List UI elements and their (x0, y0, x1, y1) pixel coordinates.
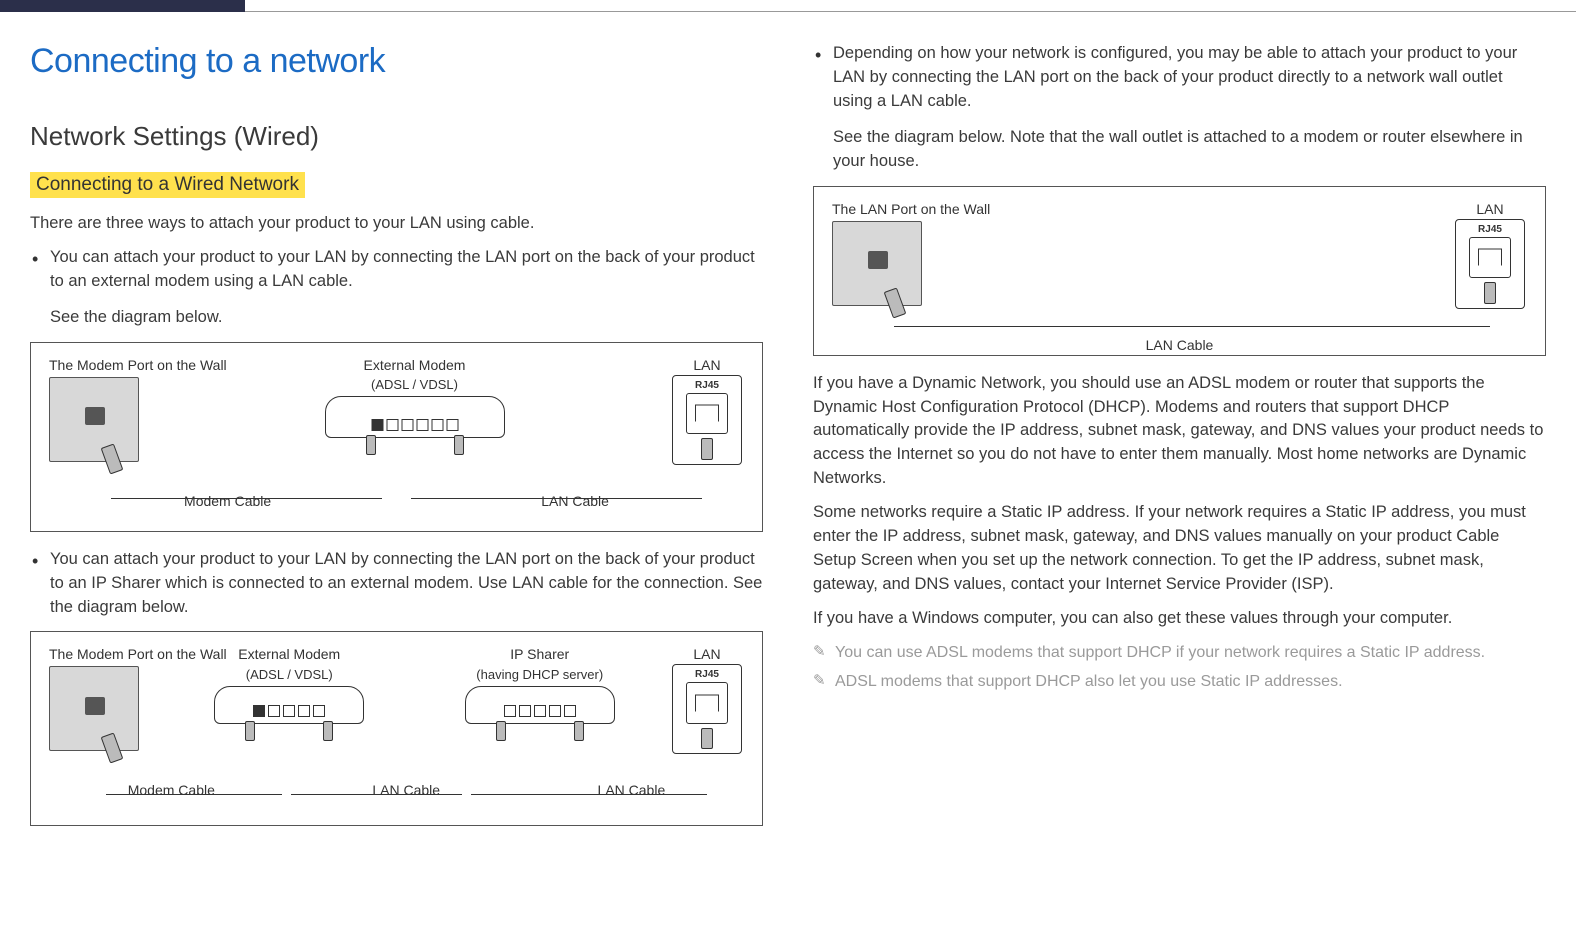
wall-plate-icon (49, 377, 139, 462)
d2-sharer-sub: (having DHCP server) (420, 667, 661, 682)
lan-port-icon: RJ45 (1455, 219, 1525, 309)
bullet-3-text: Depending on how your network is configu… (833, 44, 1517, 110)
modem-icon (214, 686, 364, 724)
note-1: You can use ADSL modems that support DHC… (813, 641, 1546, 664)
right-column: Depending on how your network is configu… (813, 42, 1546, 842)
modem-icon (325, 396, 505, 438)
page-title: Connecting to a network (30, 42, 763, 81)
d2-lan-title: LAN (670, 646, 744, 662)
d2-cable-3: LAN Cable (598, 782, 666, 798)
bullet-3-sub: See the diagram below. Note that the wal… (813, 126, 1546, 174)
d2-wall-label: The Modem Port on the Wall (49, 646, 159, 662)
d2-cable-1: Modem Cable (128, 782, 215, 798)
d1-rj45-label: RJ45 (695, 380, 719, 391)
d1-cable-left: Modem Cable (184, 493, 271, 509)
bullet-1-text: You can attach your product to your LAN … (50, 248, 755, 290)
d2-modem-sub: (ADSL / VDSL) (169, 667, 410, 682)
left-column: Connecting to a network Network Settings… (30, 42, 763, 842)
d2-cable-2: LAN Cable (372, 782, 440, 798)
bullet-2-text: You can attach your product to your LAN … (50, 550, 762, 616)
section-heading: Network Settings (Wired) (30, 121, 763, 152)
d2-rj45-label: RJ45 (695, 669, 719, 680)
d2-sharer-label: IP Sharer (420, 646, 661, 663)
d1-modem-sub: (ADSL / VDSL) (169, 377, 660, 392)
d1-modem-label: External Modem (169, 357, 660, 374)
d2-modem-label: External Modem (169, 646, 410, 663)
para-windows: If you have a Windows computer, you can … (813, 607, 1546, 631)
d1-cable-right: LAN Cable (541, 493, 609, 509)
d3-rj45-label: RJ45 (1478, 224, 1502, 235)
intro-text: There are three ways to attach your prod… (30, 212, 763, 236)
bullet-1: You can attach your product to your LAN … (30, 246, 763, 294)
bullet-2: You can attach your product to your LAN … (30, 548, 763, 620)
para-dynamic: If you have a Dynamic Network, you shoul… (813, 372, 1546, 492)
diagram-2: The Modem Port on the Wall External Mode… (30, 631, 763, 826)
bullet-1-sub: See the diagram below. (30, 306, 763, 330)
note-2: ADSL modems that support DHCP also let y… (813, 670, 1546, 693)
diagram-3: The LAN Port on the Wall LAN RJ45 LAN Ca… (813, 186, 1546, 356)
d3-lan-title: LAN (1453, 201, 1527, 217)
d1-lan-title: LAN (670, 357, 744, 373)
top-border-bar (0, 0, 1576, 12)
d3-wall-label: The LAN Port on the Wall (832, 201, 942, 217)
subsection-heading: Connecting to a Wired Network (30, 172, 305, 198)
wall-plate-icon (49, 666, 139, 751)
para-static: Some networks require a Static IP addres… (813, 501, 1546, 597)
ip-sharer-icon (465, 686, 615, 724)
diagram-1: The Modem Port on the Wall External Mode… (30, 342, 763, 532)
lan-port-icon: RJ45 (672, 375, 742, 465)
bullet-3: Depending on how your network is configu… (813, 42, 1546, 114)
wall-plate-icon (832, 221, 922, 306)
d1-wall-label: The Modem Port on the Wall (49, 357, 159, 373)
lan-port-icon: RJ45 (672, 664, 742, 754)
d3-cable: LAN Cable (1146, 337, 1214, 353)
